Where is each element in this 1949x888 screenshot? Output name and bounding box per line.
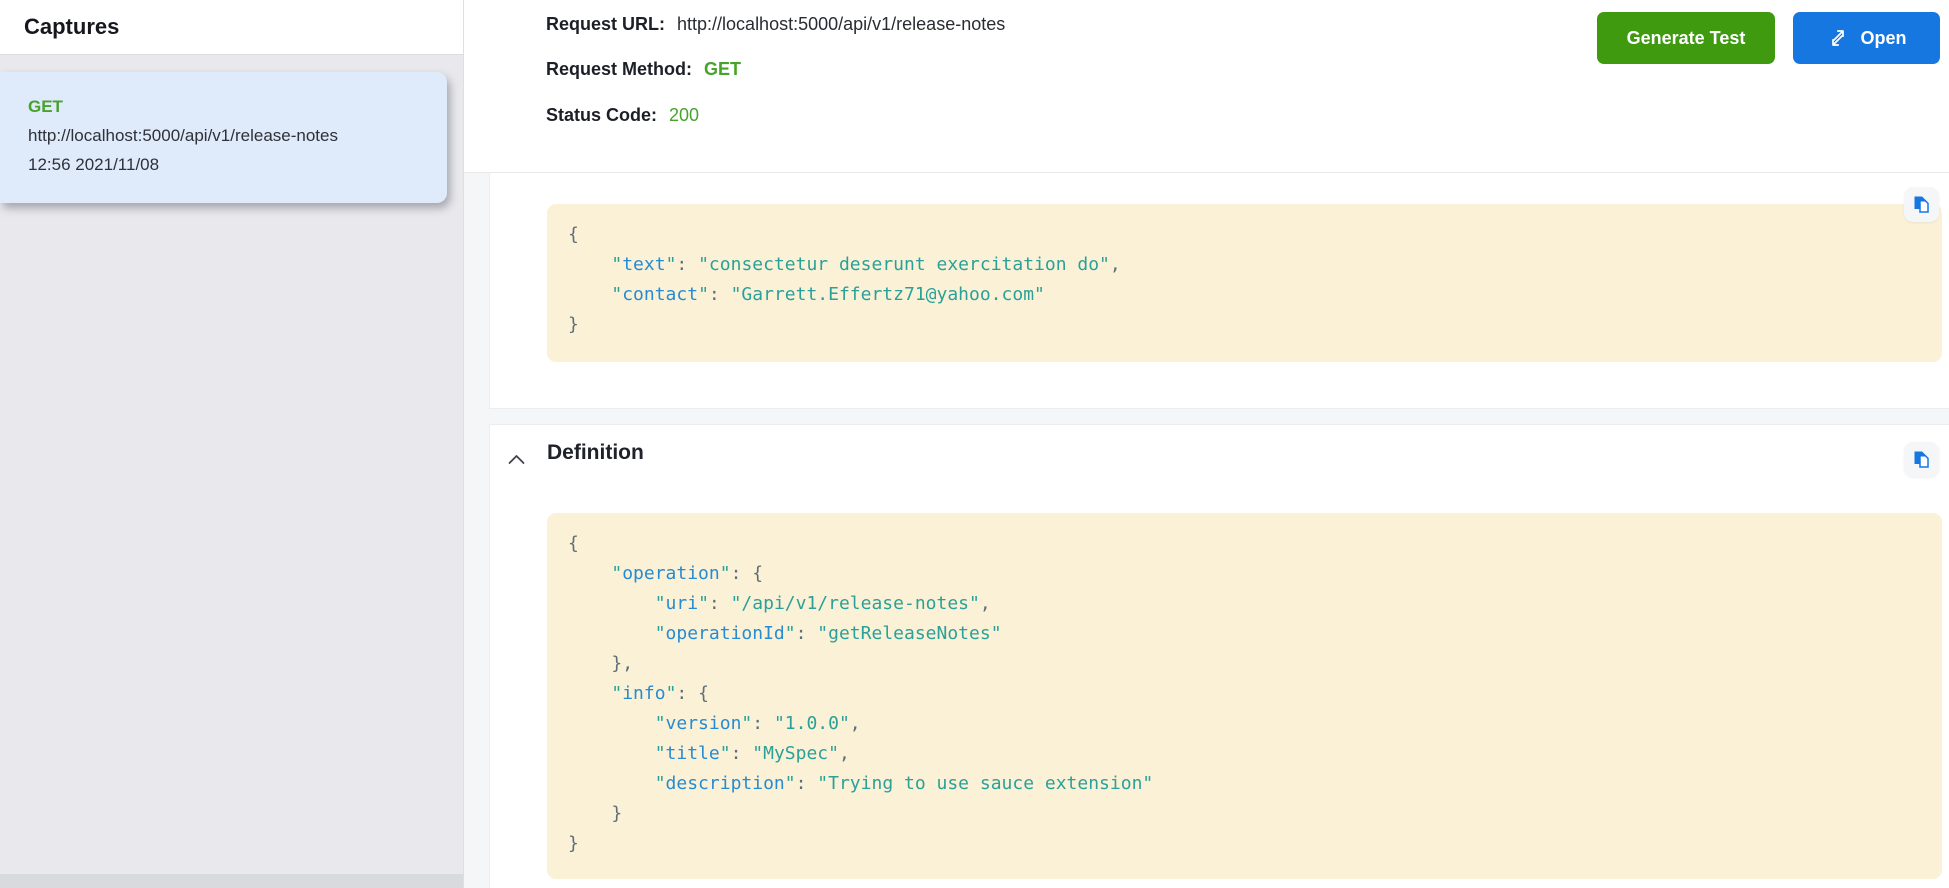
response-json-code-block: { "text": "consectetur deserunt exercita… xyxy=(547,204,1942,362)
response-body-panel: { "text": "consectetur deserunt exercita… xyxy=(489,173,1949,409)
definition-panel: Definition { "operation": { "uri": "/api… xyxy=(489,424,1949,888)
definition-json-code-block: { "operation": { "uri": "/api/v1/release… xyxy=(547,513,1942,879)
status-code-value: 200 xyxy=(669,105,699,126)
generate-test-button[interactable]: Generate Test xyxy=(1597,12,1775,64)
status-code-row: Status Code: 200 xyxy=(546,105,699,126)
definition-collapse-toggle[interactable] xyxy=(504,449,528,469)
code-line: } xyxy=(568,310,1942,340)
capture-method-badge: GET xyxy=(28,92,429,121)
generate-test-button-label: Generate Test xyxy=(1627,28,1746,49)
code-line: "contact": "Garrett.Effertz71@yahoo.com" xyxy=(568,280,1942,310)
code-line: "operationId": "getReleaseNotes" xyxy=(568,619,1942,649)
open-button-label: Open xyxy=(1860,28,1906,49)
copy-icon xyxy=(1911,449,1932,470)
request-method-row: Request Method: GET xyxy=(546,59,741,80)
request-url-row: Request URL: http://localhost:5000/api/v… xyxy=(546,14,1005,35)
copy-icon xyxy=(1911,194,1932,215)
sidebar-horizontal-scrollbar[interactable] xyxy=(0,874,463,888)
copy-response-button[interactable] xyxy=(1904,187,1939,222)
code-line: { xyxy=(568,529,1942,559)
captures-sidebar: Captures GET http://localhost:5000/api/v… xyxy=(0,0,464,888)
copy-definition-button[interactable] xyxy=(1904,442,1939,477)
code-line: "info": { xyxy=(568,679,1942,709)
code-line: } xyxy=(568,829,1942,859)
captures-header: Captures xyxy=(0,0,463,55)
capture-list-item[interactable]: GET http://localhost:5000/api/v1/release… xyxy=(0,72,447,203)
request-url-value: http://localhost:5000/api/v1/release-not… xyxy=(677,14,1005,35)
code-line: "version": "1.0.0", xyxy=(568,709,1942,739)
definition-section-title: Definition xyxy=(547,441,644,465)
code-line: "text": "consectetur deserunt exercitati… xyxy=(568,250,1942,280)
code-line: "title": "MySpec", xyxy=(568,739,1942,769)
request-method-label: Request Method: xyxy=(546,59,692,80)
capture-url: http://localhost:5000/api/v1/release-not… xyxy=(28,121,429,150)
code-line: "description": "Trying to use sauce exte… xyxy=(568,769,1942,799)
code-line: } xyxy=(568,799,1942,829)
code-line: { xyxy=(568,220,1942,250)
request-url-label: Request URL: xyxy=(546,14,665,35)
open-button[interactable]: Open xyxy=(1793,12,1940,64)
status-code-label: Status Code: xyxy=(546,105,657,126)
swap-arrows-icon xyxy=(1826,26,1850,50)
capture-timestamp: 12:56 2021/11/08 xyxy=(28,150,429,179)
code-line: "uri": "/api/v1/release-notes", xyxy=(568,589,1942,619)
code-line: }, xyxy=(568,649,1942,679)
request-summary-header: Request URL: http://localhost:5000/api/v… xyxy=(464,0,1949,173)
captures-title: Captures xyxy=(24,14,119,40)
chevron-up-icon xyxy=(508,454,525,465)
code-line: "operation": { xyxy=(568,559,1942,589)
request-method-value: GET xyxy=(704,59,741,80)
